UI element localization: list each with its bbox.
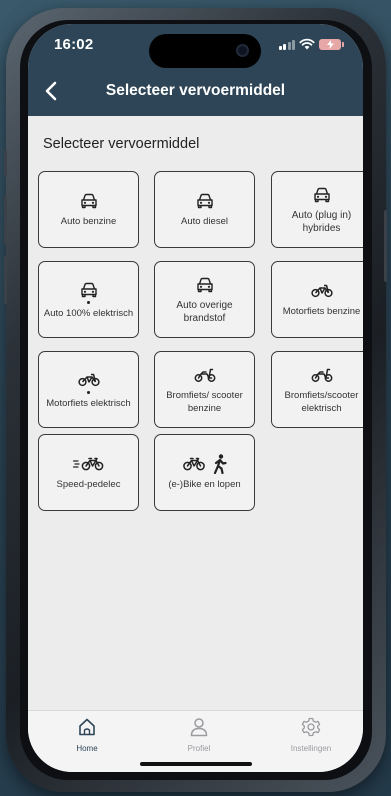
section-title: Selecteer vervoermiddel [43, 136, 200, 152]
option-label: Auto (plug in) hybrides [291, 209, 352, 234]
option-label: Speed-pedelec [56, 479, 121, 490]
tab-home[interactable]: Home [47, 717, 127, 753]
page-title: Selecteer vervoermiddel [105, 82, 286, 99]
electric-dot-icon [87, 390, 90, 394]
dynamic-island [149, 34, 261, 68]
wifi-icon [299, 38, 315, 50]
scooter-icon [194, 368, 215, 382]
scooter-icon [311, 368, 332, 382]
option-bike-en-lopen[interactable]: (e-)Bike en lopen [154, 434, 255, 511]
option-label: Auto benzine [60, 216, 117, 227]
tab-instellingen[interactable]: Instellingen [271, 717, 351, 753]
option-auto-overige[interactable]: Auto overige brandstof [154, 261, 255, 338]
bicycle-icon [182, 457, 205, 471]
option-label: Auto diesel [180, 216, 228, 227]
speed-bike-icon [72, 457, 103, 471]
option-label: Motorfiets benzine [282, 306, 361, 317]
option-motorfiets-elektrisch[interactable]: Motorfiets elektrisch [38, 351, 139, 428]
car-icon [80, 282, 97, 297]
walking-person-icon [213, 454, 227, 474]
option-auto-hybride[interactable]: Auto (plug in) hybrides [271, 171, 363, 248]
car-icon [196, 277, 213, 292]
car-icon [313, 187, 330, 202]
motorcycle-icon [77, 373, 100, 386]
option-motorfiets-benzine[interactable]: Motorfiets benzine [271, 261, 363, 338]
signal-icon [278, 39, 295, 50]
car-icon [80, 193, 97, 209]
option-bromfiets-benzine[interactable]: Bromfiets/ scooter benzine [154, 351, 255, 428]
app-header: 16:02 Selecteer vervoermiddel [28, 24, 363, 116]
tab-profiel[interactable]: Profiel [159, 717, 239, 753]
home-icon [79, 718, 95, 736]
tab-label: Home [76, 744, 98, 753]
electric-dot-icon [87, 300, 90, 304]
phone-side-button [4, 150, 7, 176]
camera-icon [236, 44, 249, 57]
option-speed-pedelec[interactable]: Speed-pedelec [38, 434, 139, 511]
status-icons [278, 38, 344, 50]
tab-bar: Home Profiel Instellingen [28, 710, 363, 772]
option-auto-elektrisch[interactable]: Auto 100% elektrisch [38, 261, 139, 338]
app-screen: 16:02 Selecteer vervoermiddel Selecteer … [28, 24, 363, 772]
option-auto-diesel[interactable]: Auto diesel [154, 171, 255, 248]
home-indicator [140, 762, 252, 766]
option-label: Auto 100% elektrisch [43, 307, 134, 319]
option-label: Auto overige brandstof [176, 299, 233, 324]
car-icon [196, 193, 213, 209]
option-label: Bromfiets/ scooter benzine [166, 389, 243, 414]
option-label: Bromfiets/scooter elektrisch [284, 389, 359, 414]
gear-icon [301, 717, 321, 737]
phone-side-button [4, 196, 7, 244]
battery-icon [319, 38, 344, 50]
option-label: Motorfiets elektrisch [46, 397, 131, 409]
option-label: (e-)Bike en lopen [168, 479, 241, 490]
status-time: 16:02 [54, 36, 94, 53]
motorcycle-icon [310, 284, 333, 298]
option-auto-benzine[interactable]: Auto benzine [38, 171, 139, 248]
phone-side-button [4, 256, 7, 304]
tab-label: Instellingen [290, 744, 332, 753]
tab-label: Profiel [187, 744, 211, 753]
person-icon [190, 718, 208, 737]
main-content: Selecteer vervoermiddel Auto benzine Aut… [28, 116, 363, 710]
phone-side-button [384, 210, 387, 282]
option-bromfiets-elektrisch[interactable]: Bromfiets/scooter elektrisch [271, 351, 363, 428]
